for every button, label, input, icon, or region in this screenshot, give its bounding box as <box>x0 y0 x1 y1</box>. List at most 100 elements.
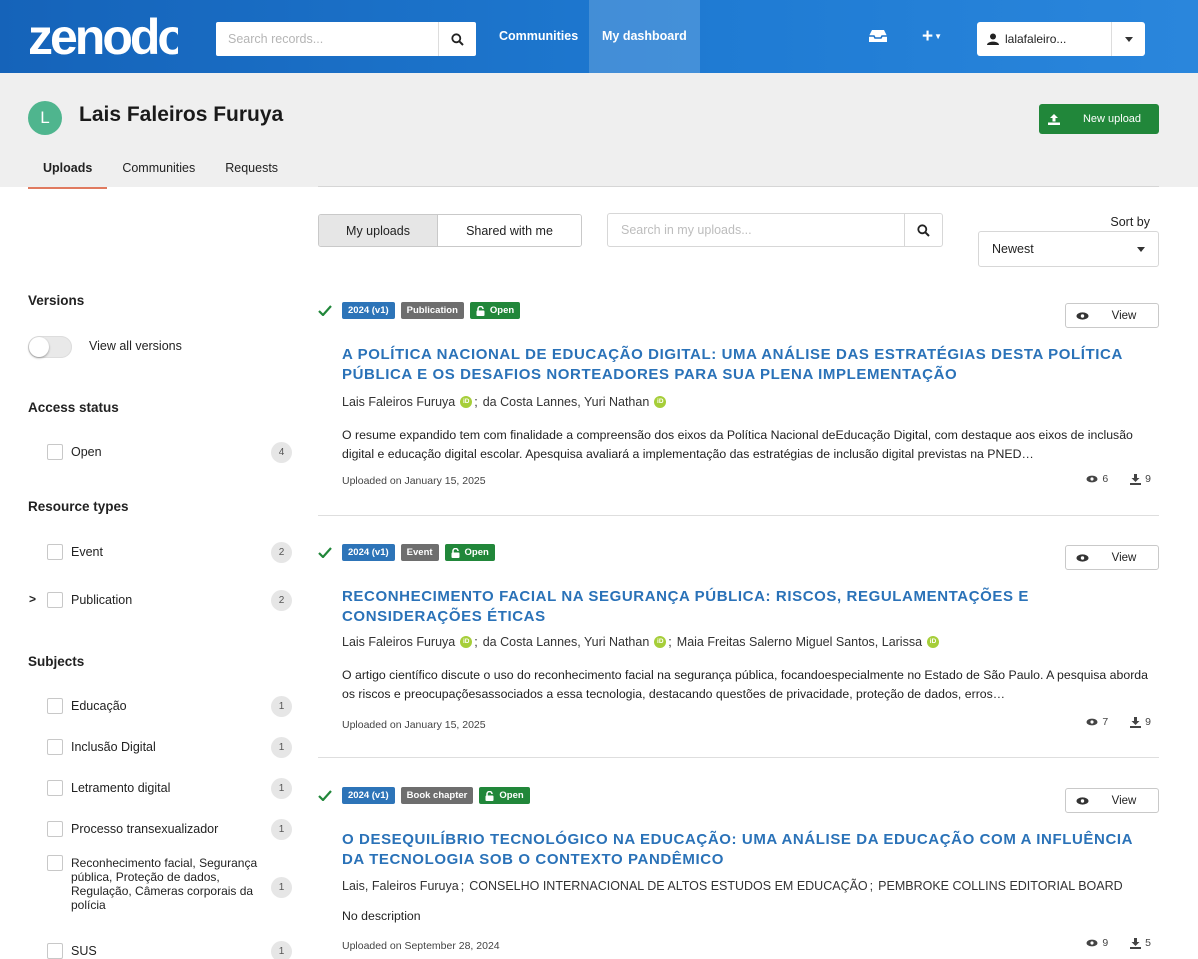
resource-type-badge: Book chapter <box>400 787 474 804</box>
facet-subject[interactable]: Educação 1 <box>47 696 292 717</box>
global-search-input[interactable] <box>216 22 438 56</box>
downloads-count: 9 <box>1145 716 1151 728</box>
facet-checkbox[interactable] <box>47 698 63 714</box>
author-link[interactable]: PEMBROKE COLLINS EDITORIAL BOARD <box>878 879 1123 893</box>
resource-type-badge: Event <box>400 544 439 561</box>
author-link[interactable]: Lais, Faleiros Furuya <box>342 879 459 893</box>
chevron-right-icon[interactable]: > <box>29 592 36 606</box>
author-link[interactable]: da Costa Lannes, Yuri Nathan <box>483 635 650 649</box>
facet-count: 2 <box>271 590 292 611</box>
tab-requests[interactable]: Requests <box>210 161 293 189</box>
record-stats: 6 9 <box>1086 473 1151 485</box>
orcid-icon[interactable]: iD <box>460 636 473 648</box>
eye-icon <box>1086 718 1098 726</box>
facet-checkbox[interactable] <box>47 592 63 608</box>
record-description: O resume expandido tem com finalidade a … <box>342 428 1133 461</box>
facet-subject[interactable]: Processo transexualizador 1 <box>47 819 292 840</box>
facet-count: 2 <box>271 542 292 563</box>
lock-icon <box>451 547 460 558</box>
result-divider <box>318 757 1159 758</box>
global-search <box>216 22 476 56</box>
facet-count: 1 <box>271 877 292 898</box>
facet-checkbox[interactable] <box>47 780 63 796</box>
eye-icon <box>1076 553 1088 562</box>
facet-subject[interactable]: Reconhecimento facial, Segurança pública… <box>47 855 292 912</box>
facet-checkbox[interactable] <box>47 821 63 837</box>
orcid-icon[interactable]: iD <box>654 396 667 408</box>
facet-label: SUS <box>71 944 97 958</box>
facet-subject[interactable]: Inclusão Digital 1 <box>47 737 292 758</box>
author-link[interactable]: Lais Faleiros Furuya <box>342 635 455 649</box>
check-icon <box>318 305 332 316</box>
sort-value: Newest <box>992 242 1034 256</box>
user-menu-dropdown[interactable] <box>1111 22 1145 56</box>
facet-publication[interactable]: Publication 2 <box>47 590 292 611</box>
inbox-icon <box>869 30 887 42</box>
facet-count: 1 <box>271 778 292 799</box>
sort-select[interactable]: Newest <box>978 231 1159 267</box>
global-search-button[interactable] <box>438 22 476 56</box>
nav-dashboard-link[interactable]: My dashboard <box>589 0 700 73</box>
eye-icon <box>1086 939 1098 947</box>
facet-count: 1 <box>271 696 292 717</box>
orcid-icon[interactable]: iD <box>460 396 473 408</box>
facet-label: Inclusão Digital <box>71 740 156 754</box>
inbox-button[interactable] <box>868 29 890 45</box>
logo-text: zenodo <box>28 10 178 62</box>
avatar: L <box>28 101 62 135</box>
facet-subject[interactable]: Letramento digital 1 <box>47 778 292 799</box>
uploads-search-input[interactable] <box>608 214 904 246</box>
orcid-icon[interactable]: iD <box>654 636 667 648</box>
access-label: Open <box>489 305 515 316</box>
user-menu-button[interactable]: lalafaleiro... <box>977 22 1145 56</box>
record-title-link[interactable]: O DESEQUILÍBRIO TECNOLÓGICO NA EDUCAÇÃO:… <box>342 830 1159 870</box>
facet-label: Publication <box>71 593 133 607</box>
shared-with-me-button[interactable]: Shared with me <box>438 215 581 246</box>
facet-event[interactable]: Event 2 <box>47 542 292 563</box>
views-count: 6 <box>1102 473 1109 485</box>
access-badge: Open <box>479 787 530 804</box>
author-link[interactable]: Lais Faleiros Furuya <box>342 395 455 409</box>
upload-date: Uploaded on January 15, 2025 <box>342 719 486 731</box>
check-icon <box>318 547 332 558</box>
orcid-icon[interactable]: iD <box>927 636 940 648</box>
result-item: 2024 (v1) Event Open View RECONHECIMENTO… <box>318 544 1159 758</box>
uploads-search-button[interactable] <box>904 214 942 246</box>
new-menu-button[interactable]: +▼ <box>922 27 942 46</box>
facet-subject[interactable]: SUS 1 <box>47 941 292 959</box>
chevron-down-icon: ▼ <box>934 32 943 41</box>
view-button[interactable]: View <box>1065 545 1159 570</box>
my-uploads-button[interactable]: My uploads <box>319 215 438 246</box>
facet-checkbox[interactable] <box>47 444 63 460</box>
upload-date: Uploaded on January 15, 2025 <box>342 475 486 487</box>
facet-checkbox[interactable] <box>47 943 63 959</box>
record-title-link[interactable]: A POLÍTICA NACIONAL DE EDUCAÇÃO DIGITAL:… <box>342 345 1159 385</box>
new-upload-button[interactable]: New upload <box>1039 104 1159 134</box>
author-link[interactable]: da Costa Lannes, Yuri Nathan <box>483 395 650 409</box>
facet-open[interactable]: Open 4 <box>47 442 292 463</box>
chevron-down-icon <box>1137 246 1145 252</box>
record-title-link[interactable]: RECONHECIMENTO FACIAL NA SEGURANÇA PÚBLI… <box>342 587 1159 627</box>
facet-checkbox[interactable] <box>47 855 63 871</box>
view-button[interactable]: View <box>1065 788 1159 813</box>
zenodo-logo[interactable]: zenodo <box>28 10 178 62</box>
versions-heading: Versions <box>28 293 85 308</box>
view-button[interactable]: View <box>1065 303 1159 328</box>
views-count: 9 <box>1102 937 1109 949</box>
facet-checkbox[interactable] <box>47 739 63 755</box>
download-icon <box>1130 937 1142 949</box>
facet-count: 1 <box>271 941 292 959</box>
tab-communities[interactable]: Communities <box>107 161 210 189</box>
author-link[interactable]: Maia Freitas Salerno Miguel Santos, Lari… <box>677 635 922 649</box>
view-all-versions-toggle[interactable] <box>28 336 72 358</box>
tab-uploads[interactable]: Uploads <box>28 161 108 189</box>
facet-label: Educação <box>71 699 127 713</box>
eye-icon <box>1076 311 1088 320</box>
upload-icon <box>1048 113 1060 125</box>
top-navbar: zenodo Communities My dashboard +▼ lalaf… <box>0 0 1198 73</box>
author-link[interactable]: CONSELHO INTERNACIONAL DE ALTOS ESTUDOS … <box>469 879 867 893</box>
profile-header: L Lais Faleiros Furuya New upload Upload… <box>0 73 1198 189</box>
record-description: No description <box>342 909 421 923</box>
nav-communities-link[interactable]: Communities <box>486 0 591 73</box>
facet-checkbox[interactable] <box>47 544 63 560</box>
